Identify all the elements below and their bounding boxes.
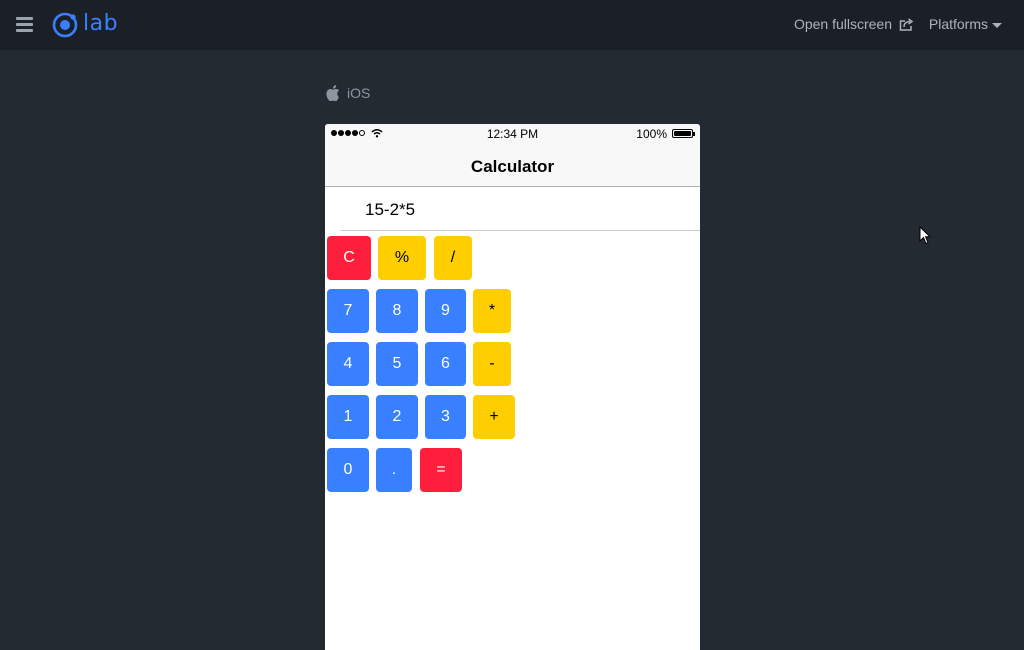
key-5-button[interactable]: 5 <box>376 342 418 386</box>
battery-percentage: 100% <box>636 127 667 141</box>
device-frame: 12:34 PM 100% Calculator C % / 7 8 9 * 4… <box>325 124 700 650</box>
key-multiply-button[interactable]: * <box>473 289 511 333</box>
key-2-button[interactable]: 2 <box>376 395 418 439</box>
platform-label-text: iOS <box>347 85 371 101</box>
page-title: Calculator <box>470 157 555 176</box>
caret-down-icon <box>992 22 1002 28</box>
top-bar: lab Open fullscreen Platforms <box>0 0 1024 50</box>
key-8-button[interactable]: 8 <box>376 289 418 333</box>
status-bar: 12:34 PM 100% <box>325 124 700 144</box>
key-1-button[interactable]: 1 <box>327 395 369 439</box>
key-3-button[interactable]: 3 <box>425 395 466 439</box>
share-icon <box>899 17 914 31</box>
platforms-label: Platforms <box>928 16 988 32</box>
apple-icon <box>326 85 339 101</box>
key-percent-button[interactable]: % <box>378 236 426 280</box>
display-field-wrapper <box>341 187 700 231</box>
platforms-dropdown[interactable]: Platforms <box>929 16 1002 32</box>
open-fullscreen-button[interactable]: Open fullscreen <box>794 16 914 32</box>
key-0-button[interactable]: 0 <box>327 448 369 492</box>
key-6-button[interactable]: 6 <box>425 342 466 386</box>
mouse-cursor-icon <box>919 226 931 245</box>
navbar: Calculator <box>325 144 700 187</box>
battery-icon <box>672 129 693 138</box>
key-plus-button[interactable]: + <box>473 395 515 439</box>
key-7-button[interactable]: 7 <box>327 289 369 333</box>
key-4-button[interactable]: 4 <box>327 342 369 386</box>
key-decimal-button[interactable]: . <box>376 448 412 492</box>
menu-icon[interactable] <box>16 17 33 32</box>
key-equals-button[interactable]: = <box>420 448 462 492</box>
display-input[interactable] <box>365 200 665 220</box>
open-fullscreen-label: Open fullscreen <box>793 16 892 32</box>
key-divide-button[interactable]: / <box>434 236 472 280</box>
ionic-logo-icon[interactable] <box>52 12 78 38</box>
platform-label: iOS <box>326 85 370 101</box>
key-9-button[interactable]: 9 <box>425 289 466 333</box>
logo-text[interactable]: lab <box>83 11 118 36</box>
key-clear-button[interactable]: C <box>327 236 371 280</box>
key-minus-button[interactable]: - <box>473 342 511 386</box>
